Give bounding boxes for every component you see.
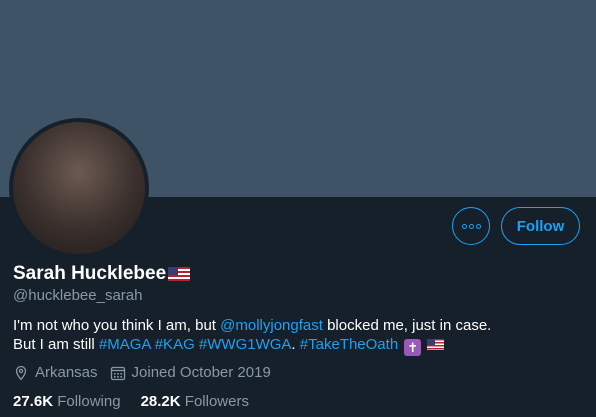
bio-text: But I am still <box>13 336 99 353</box>
bio-text: blocked me, just in case. <box>322 317 492 334</box>
followers-count: 28.2K <box>140 393 181 410</box>
joined-text: Joined October 2019 <box>131 364 271 381</box>
followers-link[interactable]: 28.2K Followers <box>141 393 249 410</box>
bio-line-2: But I am still #MAGA #KAG #WWG1WGA. #Tak… <box>13 335 491 356</box>
us-flag-icon <box>168 267 191 281</box>
more-icon <box>461 223 482 229</box>
hashtag-link[interactable]: #WWG1WGA <box>199 336 292 353</box>
location-pin-icon <box>15 365 27 381</box>
location-text: Arkansas <box>35 364 98 381</box>
bio-line-1: I'm not who you think I am, but @mollyjo… <box>13 316 491 335</box>
bio-text: . <box>291 336 296 353</box>
joined-item: Joined October 2019 <box>110 364 271 381</box>
hashtag-link[interactable]: #MAGA <box>99 336 151 353</box>
calendar-icon <box>110 366 125 380</box>
bio-mention-link[interactable]: @mollyjongfast <box>220 317 323 334</box>
avatar-image <box>13 122 145 254</box>
location-item: Arkansas <box>13 364 98 381</box>
avatar[interactable] <box>9 118 149 258</box>
profile-bio: I'm not who you think I am, but @mollyjo… <box>13 316 491 356</box>
profile-stats: 27.6K Following 28.2K Followers <box>13 393 269 410</box>
hashtag-link[interactable]: #KAG <box>155 336 195 353</box>
cross-icon: ✝ <box>404 339 422 356</box>
us-flag-icon <box>427 339 445 350</box>
follow-button[interactable]: Follow <box>501 207 580 245</box>
profile-name-row: Sarah Hucklebee <box>13 263 191 285</box>
profile-handle: @hucklebee_sarah <box>13 287 143 304</box>
profile-name: Sarah Hucklebee <box>13 263 167 284</box>
hashtag-link[interactable]: #TakeTheOath <box>300 336 398 353</box>
bio-text: I'm not who you think I am, but <box>13 317 221 334</box>
following-link[interactable]: 27.6K Following <box>13 393 121 410</box>
following-label: Following <box>57 393 121 410</box>
profile-meta: Arkansas Joined October 2019 <box>13 364 283 381</box>
followers-label: Followers <box>184 393 249 410</box>
more-options-button[interactable] <box>452 207 490 245</box>
following-count: 27.6K <box>13 393 54 410</box>
